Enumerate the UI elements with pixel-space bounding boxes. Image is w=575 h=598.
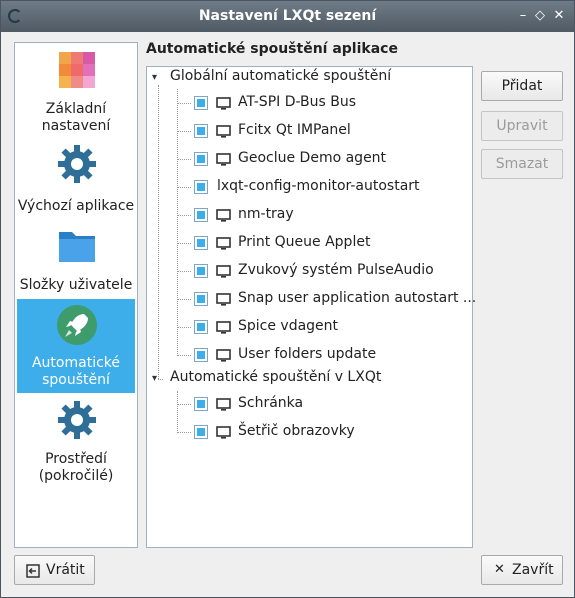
- delete-button[interactable]: Smazat: [481, 149, 563, 179]
- palette-icon: [59, 52, 95, 88]
- gear-icon: [58, 401, 96, 439]
- list-item[interactable]: AT-SPI D-Bus Bus: [177, 93, 467, 115]
- maximize-button[interactable]: ◇: [532, 8, 548, 24]
- session-settings-window: Nastavení LXQt sezení – ◇ ✕ Základní nas…: [0, 0, 575, 598]
- page-title: Automatické spouštění aplikace: [146, 41, 398, 57]
- chevron-down-icon[interactable]: ▾: [152, 373, 162, 384]
- tree-guide: [177, 327, 191, 328]
- gear-icon: [58, 145, 96, 183]
- tree-guide: [177, 355, 191, 356]
- tree-guide: [158, 85, 159, 379]
- list-item-label: Spice vdagent: [238, 318, 339, 334]
- list-item-label: Schránka: [238, 395, 304, 411]
- group-global-label[interactable]: Globální automatické spouštění: [170, 68, 391, 84]
- tree-guide: [177, 103, 191, 104]
- list-item[interactable]: Snap user application autostart ...: [177, 289, 476, 311]
- close-button[interactable]: ✕ Zavřít: [481, 555, 563, 585]
- list-item-label: AT-SPI D-Bus Bus: [238, 94, 357, 110]
- sidebar-item-basic-settings[interactable]: Základní nastavení: [17, 47, 135, 139]
- tree-guide: [177, 215, 191, 216]
- list-item[interactable]: Print Queue Applet: [177, 233, 467, 255]
- title-bar[interactable]: Nastavení LXQt sezení – ◇ ✕: [1, 1, 574, 32]
- group-lxqt-label[interactable]: Automatické spouštění v LXQt: [170, 369, 381, 385]
- minimize-button[interactable]: –: [515, 8, 531, 24]
- autostart-checkbox[interactable]: [194, 208, 208, 222]
- list-item-label: Šetřič obrazovky: [238, 423, 355, 439]
- list-item[interactable]: Spice vdagent: [177, 317, 467, 339]
- autostart-checkbox[interactable]: [194, 96, 208, 110]
- list-item[interactable]: Zvukový systém PulseAudio: [177, 261, 467, 283]
- tree-guide: [177, 159, 191, 160]
- list-item-label: Snap user application autostart ...: [238, 290, 477, 306]
- list-item-label: Zvukový systém PulseAudio: [238, 262, 434, 278]
- autostart-checkbox[interactable]: [194, 124, 208, 138]
- revert-icon: [26, 564, 40, 578]
- autostart-checkbox[interactable]: [194, 397, 208, 411]
- autostart-checkbox[interactable]: [194, 348, 208, 362]
- reset-label: Vrátit: [46, 562, 85, 578]
- edit-button[interactable]: Upravit: [481, 111, 563, 141]
- tree-guide: [177, 432, 191, 433]
- autostart-tree[interactable]: ▾ Globální automatické spouštění AT-SPI …: [146, 66, 476, 548]
- tree-guide: [177, 271, 191, 272]
- list-item-label: User folders update: [238, 346, 377, 362]
- window-title: Nastavení LXQt sezení: [198, 8, 377, 24]
- sidebar-item-autostart[interactable]: Automatické spouštění: [17, 299, 135, 393]
- reset-button[interactable]: Vrátit: [14, 555, 95, 585]
- list-item[interactable]: lxqt-config-monitor-autostart: [177, 177, 467, 199]
- list-item[interactable]: Schránka: [177, 394, 467, 416]
- list-item-label: Print Queue Applet: [238, 234, 371, 250]
- sidebar-item-label: Základní nastavení: [41, 101, 111, 134]
- sidebar-item-label: Automatické spouštění: [31, 355, 121, 388]
- rocket-icon: [57, 305, 97, 345]
- sidebar-item-label: Prostředí (pokročilé): [38, 451, 114, 484]
- tree-guide: [177, 299, 191, 300]
- autostart-checkbox[interactable]: [194, 152, 208, 166]
- autostart-checkbox[interactable]: [194, 236, 208, 250]
- add-button[interactable]: Přidat: [481, 71, 563, 101]
- close-window-button[interactable]: ✕: [551, 8, 567, 24]
- tree-guide: [177, 131, 191, 132]
- sidebar-item-default-apps[interactable]: Výchozí aplikace: [17, 141, 135, 219]
- list-item-label: Geoclue Demo agent: [238, 150, 387, 166]
- sidebar-item-user-folders[interactable]: Složky uživatele: [17, 221, 135, 299]
- autostart-checkbox[interactable]: [194, 264, 208, 278]
- list-item[interactable]: Geoclue Demo agent: [177, 149, 467, 171]
- tree-guide: [177, 404, 191, 405]
- autostart-checkbox[interactable]: [194, 180, 208, 194]
- list-item[interactable]: Šetřič obrazovky: [177, 422, 467, 444]
- list-item[interactable]: Fcitx Qt IMPanel: [177, 121, 467, 143]
- sidebar-item-label: Složky uživatele: [19, 277, 133, 293]
- close-icon: ✕: [494, 562, 505, 577]
- close-label: Zavřít: [512, 562, 554, 578]
- list-item-label: Fcitx Qt IMPanel: [238, 122, 351, 138]
- sidebar-item-label: Výchozí aplikace: [17, 198, 135, 214]
- autostart-checkbox[interactable]: [194, 292, 208, 306]
- list-item[interactable]: User folders update: [177, 345, 467, 367]
- list-item-label: nm-tray: [238, 206, 294, 222]
- sidebar-item-environment[interactable]: Prostředí (pokročilé): [17, 397, 135, 489]
- tree-guide: [177, 187, 191, 188]
- category-sidebar: Základní nastavení Výchozí aplikace Slož…: [14, 42, 138, 548]
- chevron-down-icon[interactable]: ▾: [152, 72, 162, 83]
- tree-guide: [177, 243, 191, 244]
- autostart-checkbox[interactable]: [194, 425, 208, 439]
- folder-icon: [59, 232, 95, 262]
- autostart-checkbox[interactable]: [194, 320, 208, 334]
- list-item-label: lxqt-config-monitor-autostart: [217, 178, 420, 194]
- list-item[interactable]: nm-tray: [177, 205, 467, 227]
